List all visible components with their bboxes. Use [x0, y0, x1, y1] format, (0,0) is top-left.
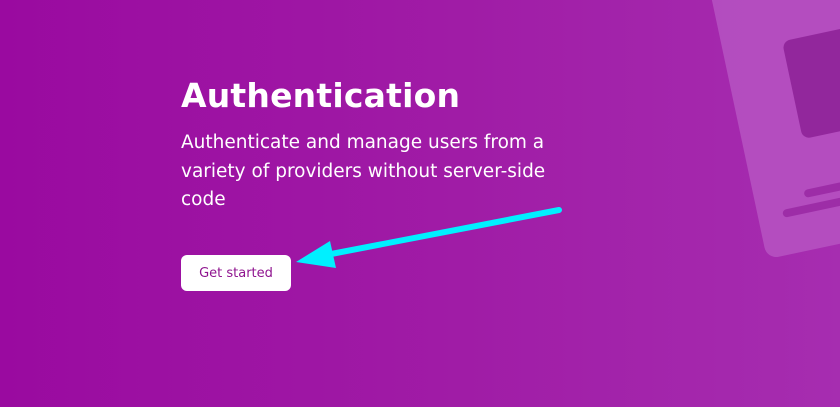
auth-hero-section: Authentication Authenticate and manage u…	[0, 0, 840, 407]
annotation-arrow-icon	[296, 207, 562, 268]
